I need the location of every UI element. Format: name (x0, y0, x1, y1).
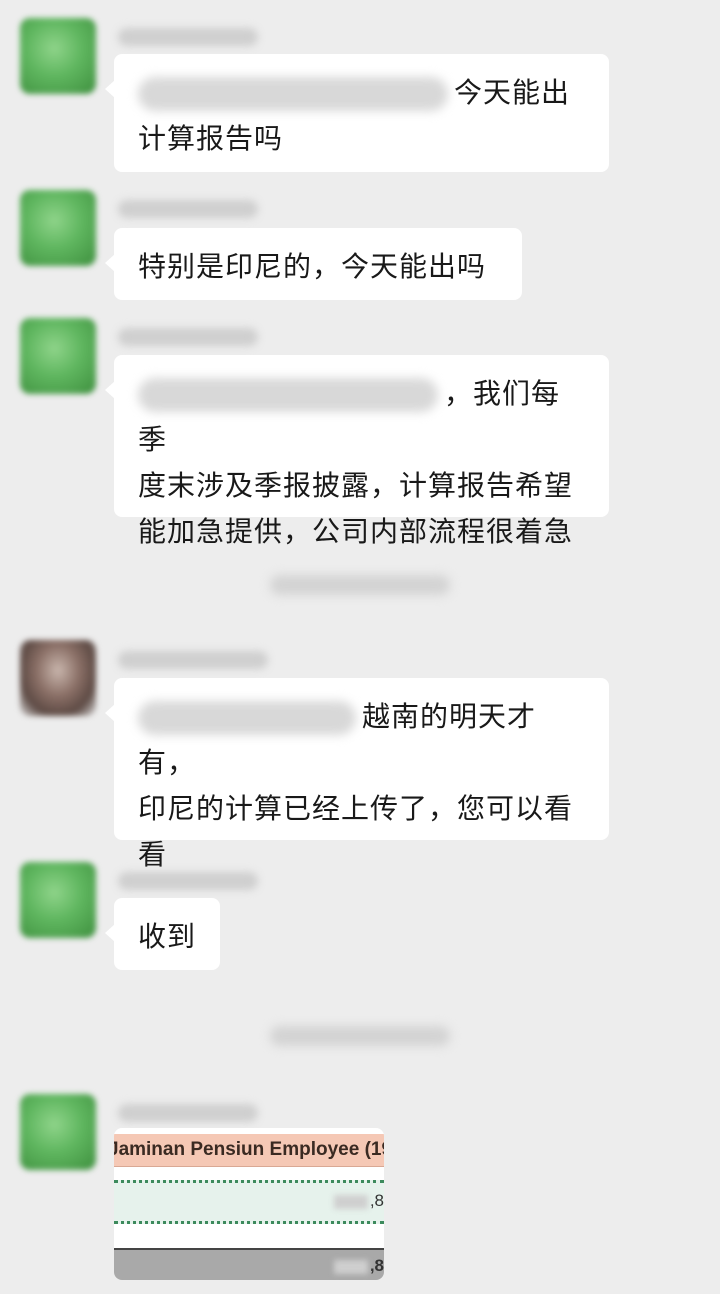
sender-name (118, 328, 258, 346)
attachment-row: ,8 (114, 1250, 384, 1280)
sender-name (118, 651, 268, 669)
message-bubble[interactable]: 特别是印尼的，今天能出吗 (105, 228, 522, 300)
avatar[interactable] (20, 18, 96, 94)
attachment-row: ,8 (114, 1180, 384, 1224)
timestamp (270, 1026, 450, 1046)
message-bubble[interactable]: 越南的明天才有， 印尼的计算已经上传了，您可以看 看 (105, 678, 609, 871)
timestamp (270, 575, 450, 595)
message-text: 印尼的计算已经上传了，您可以看 (138, 792, 574, 825)
sender-name (118, 1104, 258, 1122)
avatar[interactable] (20, 1094, 96, 1170)
sender-name (118, 28, 258, 46)
message-text: 能加急提供，公司内部流程很着急 (138, 515, 574, 548)
avatar[interactable] (20, 190, 96, 266)
message-bubble[interactable]: 收到 (105, 898, 220, 970)
message-text: 特别是印尼的，今天能出吗 (138, 250, 487, 283)
redacted-text (138, 701, 356, 735)
avatar[interactable] (20, 318, 96, 394)
sender-name (118, 872, 258, 890)
message-text: 今天能出 (454, 76, 571, 109)
attachment-value: ,8 (369, 1256, 384, 1275)
message-text: 计算报告吗 (138, 122, 284, 155)
message-text: 度末涉及季报披露，计算报告希望 (138, 469, 574, 502)
attachment-header: Jaminan Pensiun Employee (19 (114, 1134, 384, 1167)
redacted-text (138, 77, 448, 111)
sender-name (118, 200, 258, 218)
attachment-value: ,8 (369, 1191, 384, 1210)
redacted-text (138, 378, 438, 412)
image-attachment[interactable]: Jaminan Pensiun Employee (19 ,8 ,8 (114, 1128, 384, 1280)
avatar[interactable] (20, 640, 96, 716)
message-bubble[interactable]: ，我们每季 度末涉及季报披露，计算报告希望 能加急提供，公司内部流程很着急 (105, 355, 609, 548)
attachment-row (114, 1224, 384, 1250)
avatar[interactable] (20, 862, 96, 938)
message-bubble[interactable]: 今天能出 计算报告吗 (105, 54, 609, 172)
message-text: 收到 (138, 920, 197, 953)
